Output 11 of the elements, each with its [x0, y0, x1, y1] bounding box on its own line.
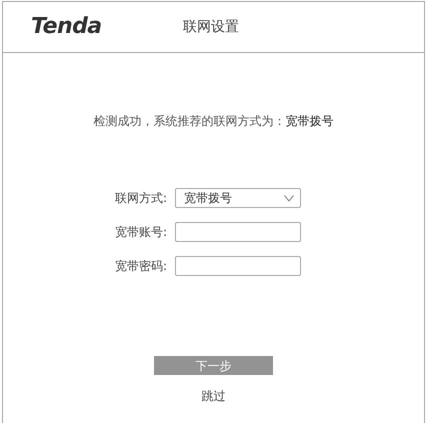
- password-field[interactable]: [175, 256, 301, 276]
- account-field[interactable]: [175, 222, 301, 242]
- field-label: 宽带密码:: [114, 258, 168, 275]
- field-label: 宽带账号:: [114, 224, 168, 241]
- detection-message: 检测成功，系统推荐的联网方式为：宽带拨号: [94, 113, 334, 130]
- logo: Tenda: [31, 16, 103, 38]
- connection-type-dropdown[interactable]: 宽带拨号: [175, 188, 301, 208]
- chevron-down-icon: [284, 194, 294, 202]
- page-title: 联网设置: [183, 18, 239, 36]
- skip-link[interactable]: 跳过: [202, 387, 226, 405]
- field-label: 联网方式:: [114, 190, 168, 207]
